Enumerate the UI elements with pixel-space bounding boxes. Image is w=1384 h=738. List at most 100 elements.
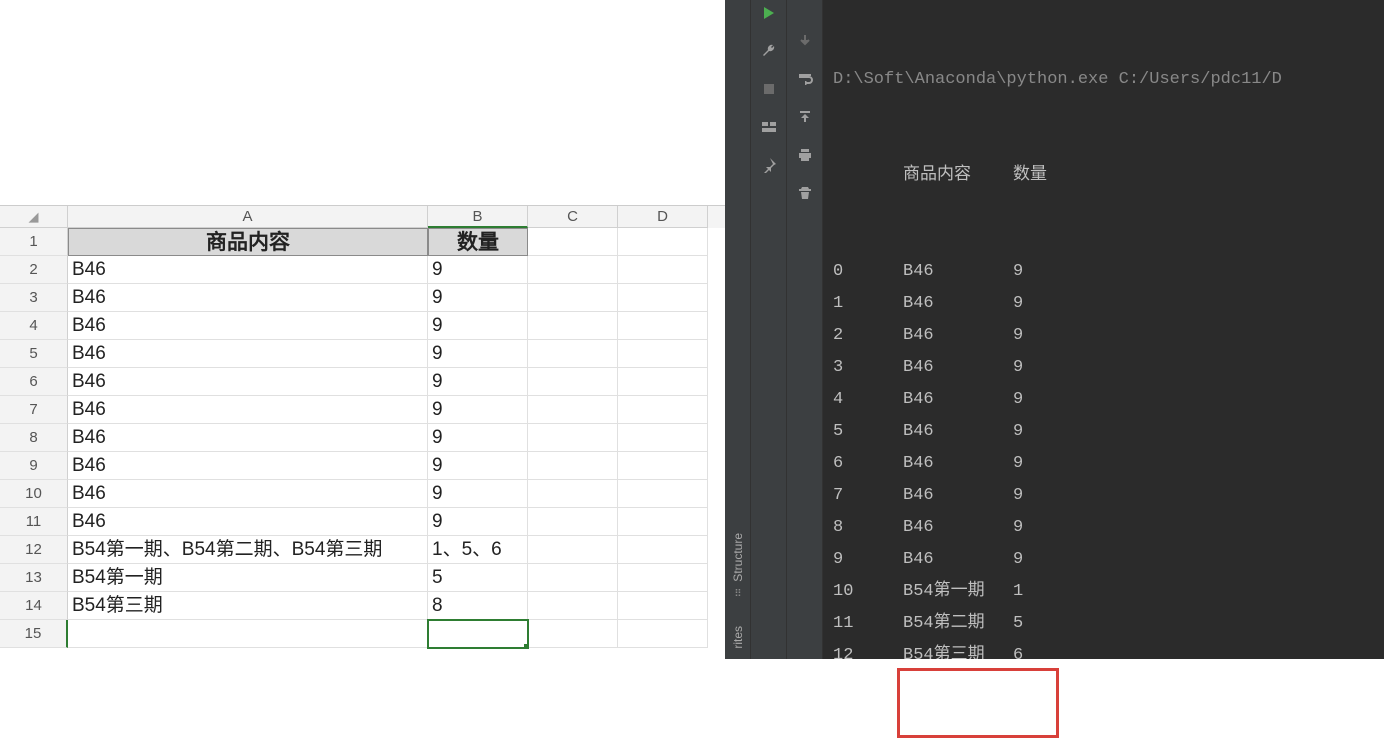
selection-handle[interactable] bbox=[524, 644, 528, 648]
stop-icon[interactable] bbox=[758, 78, 780, 100]
row-header[interactable]: 8 bbox=[0, 424, 68, 452]
cell[interactable]: B46 bbox=[68, 340, 428, 368]
cell[interactable] bbox=[528, 424, 618, 452]
soft-wrap-icon[interactable] bbox=[794, 68, 816, 90]
cell[interactable] bbox=[528, 564, 618, 592]
arrow-down-icon[interactable] bbox=[794, 30, 816, 52]
cell[interactable] bbox=[618, 340, 708, 368]
cell[interactable]: 商品内容 bbox=[68, 228, 428, 256]
cell[interactable] bbox=[528, 256, 618, 284]
cell[interactable] bbox=[618, 508, 708, 536]
cell[interactable] bbox=[618, 396, 708, 424]
active-cell[interactable] bbox=[428, 620, 528, 648]
cell[interactable]: B54第一期、B54第二期、B54第三期 bbox=[68, 536, 428, 564]
console-c2: 9 bbox=[1013, 320, 1063, 352]
console-header-row: 商品内容数量 bbox=[833, 160, 1374, 192]
console-row: 9B469 bbox=[833, 544, 1374, 576]
cell[interactable] bbox=[528, 480, 618, 508]
col-header-C[interactable]: C bbox=[528, 206, 618, 228]
run-icon[interactable] bbox=[758, 2, 780, 24]
row-header[interactable]: 15 bbox=[0, 620, 68, 648]
cell[interactable]: B46 bbox=[68, 508, 428, 536]
row-header[interactable]: 14 bbox=[0, 592, 68, 620]
cell[interactable] bbox=[528, 452, 618, 480]
pin-icon[interactable] bbox=[758, 154, 780, 176]
cell[interactable] bbox=[528, 284, 618, 312]
row-header[interactable]: 1 bbox=[0, 228, 68, 256]
cell[interactable]: 9 bbox=[428, 396, 528, 424]
cell[interactable] bbox=[618, 592, 708, 620]
cell[interactable] bbox=[618, 256, 708, 284]
console-output[interactable]: D:\Soft\Anaconda\python.exe C:/Users/pdc… bbox=[823, 0, 1384, 659]
cell[interactable]: 5 bbox=[428, 564, 528, 592]
cell[interactable]: 1、5、6 bbox=[428, 536, 528, 564]
cell[interactable]: B46 bbox=[68, 480, 428, 508]
cell[interactable]: 9 bbox=[428, 368, 528, 396]
cell[interactable] bbox=[528, 536, 618, 564]
cell[interactable] bbox=[528, 396, 618, 424]
cell[interactable]: B46 bbox=[68, 424, 428, 452]
table-row: 5B469 bbox=[0, 340, 725, 368]
row-header[interactable]: 11 bbox=[0, 508, 68, 536]
cell[interactable]: 9 bbox=[428, 508, 528, 536]
cell[interactable]: 8 bbox=[428, 592, 528, 620]
cell[interactable] bbox=[618, 564, 708, 592]
col-header-D[interactable]: D bbox=[618, 206, 708, 228]
cell[interactable]: B46 bbox=[68, 284, 428, 312]
console-row: 6B469 bbox=[833, 448, 1374, 480]
layout-icon[interactable] bbox=[758, 116, 780, 138]
cell[interactable] bbox=[618, 312, 708, 340]
trash-icon[interactable] bbox=[794, 182, 816, 204]
select-all-corner[interactable]: ◢ bbox=[0, 206, 68, 228]
cell[interactable] bbox=[528, 368, 618, 396]
cell[interactable]: 9 bbox=[428, 340, 528, 368]
cell[interactable] bbox=[618, 368, 708, 396]
cell[interactable] bbox=[528, 620, 618, 648]
cell[interactable] bbox=[528, 228, 618, 256]
cell[interactable] bbox=[528, 312, 618, 340]
row-header[interactable]: 9 bbox=[0, 452, 68, 480]
cell[interactable]: 9 bbox=[428, 452, 528, 480]
cell[interactable]: B46 bbox=[68, 396, 428, 424]
cell[interactable]: 数量 bbox=[428, 228, 528, 256]
cell[interactable]: B46 bbox=[68, 452, 428, 480]
cell[interactable]: B54第一期 bbox=[68, 564, 428, 592]
col-header-A[interactable]: A bbox=[68, 206, 428, 228]
row-header[interactable]: 6 bbox=[0, 368, 68, 396]
cell[interactable] bbox=[618, 284, 708, 312]
cell[interactable]: 9 bbox=[428, 480, 528, 508]
row-header[interactable]: 2 bbox=[0, 256, 68, 284]
table-row: 6B469 bbox=[0, 368, 725, 396]
cell[interactable]: 9 bbox=[428, 284, 528, 312]
cell[interactable] bbox=[528, 592, 618, 620]
side-tab-structure[interactable]: ⠿ Structure bbox=[731, 533, 745, 596]
cell[interactable]: B46 bbox=[68, 256, 428, 284]
cell[interactable] bbox=[618, 452, 708, 480]
cell[interactable]: 9 bbox=[428, 424, 528, 452]
cell[interactable]: 9 bbox=[428, 256, 528, 284]
cell[interactable] bbox=[618, 424, 708, 452]
row-header[interactable]: 12 bbox=[0, 536, 68, 564]
col-header-B[interactable]: B bbox=[428, 206, 528, 228]
wrench-icon[interactable] bbox=[758, 40, 780, 62]
cell[interactable]: 9 bbox=[428, 312, 528, 340]
row-header[interactable]: 7 bbox=[0, 396, 68, 424]
cell[interactable] bbox=[618, 620, 708, 648]
cell[interactable]: B46 bbox=[68, 312, 428, 340]
row-header[interactable]: 5 bbox=[0, 340, 68, 368]
cell[interactable] bbox=[68, 620, 428, 648]
cell[interactable] bbox=[618, 228, 708, 256]
cell[interactable] bbox=[528, 340, 618, 368]
row-header[interactable]: 3 bbox=[0, 284, 68, 312]
row-header[interactable]: 4 bbox=[0, 312, 68, 340]
cell[interactable]: B46 bbox=[68, 368, 428, 396]
scroll-to-end-icon[interactable] bbox=[794, 106, 816, 128]
row-header[interactable]: 13 bbox=[0, 564, 68, 592]
side-tab-favorites[interactable]: rites bbox=[731, 626, 745, 649]
cell[interactable] bbox=[528, 508, 618, 536]
cell[interactable] bbox=[618, 536, 708, 564]
cell[interactable]: B54第三期 bbox=[68, 592, 428, 620]
print-icon[interactable] bbox=[794, 144, 816, 166]
row-header[interactable]: 10 bbox=[0, 480, 68, 508]
cell[interactable] bbox=[618, 480, 708, 508]
